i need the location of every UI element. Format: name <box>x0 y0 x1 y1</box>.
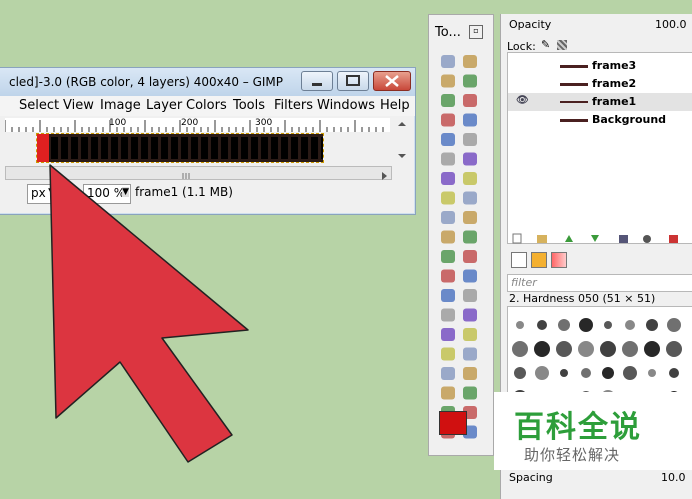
pointer-arrow-icon <box>49 164 249 463</box>
